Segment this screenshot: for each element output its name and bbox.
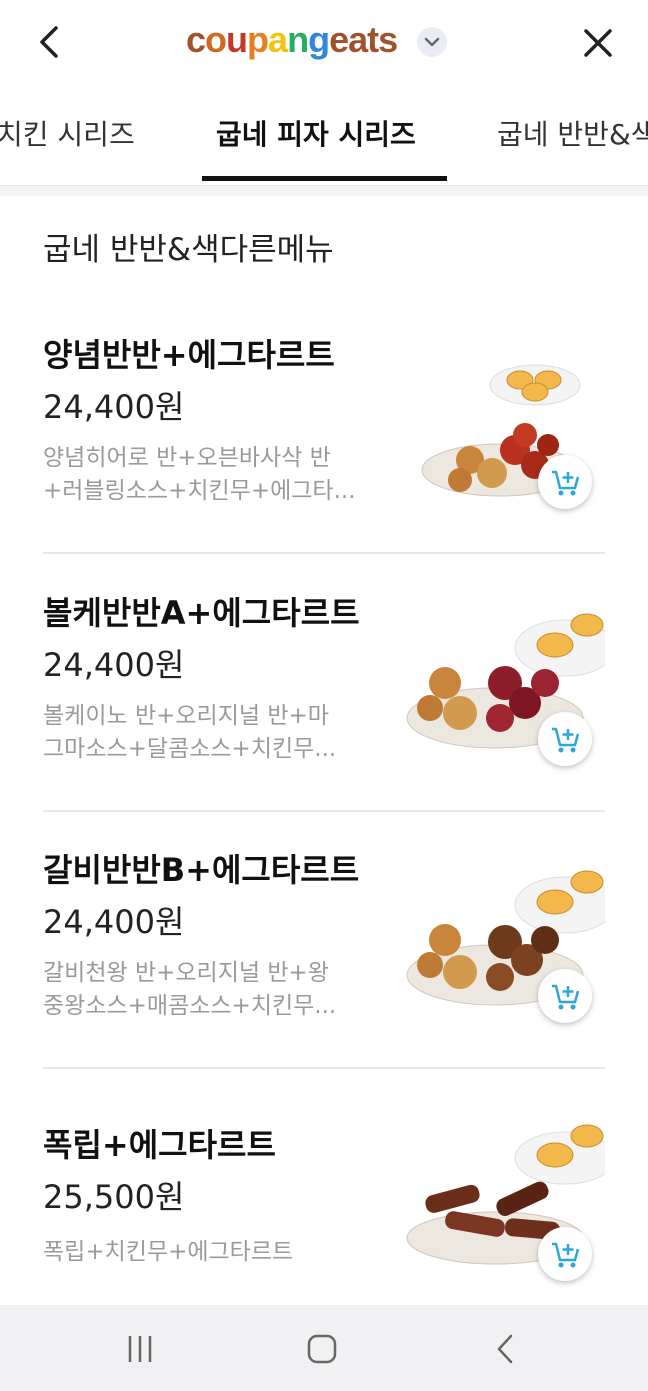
- menu-item-description: 볼케이노 반+오리지널 반+마 그마소스+달콤소스+치킨무...: [43, 700, 393, 766]
- description-line: 볼케이노 반+오리지널 반+마: [43, 703, 329, 729]
- menu-item[interactable]: 갈비반반B+에그타르트 24,400원 갈비천왕 반+오리지널 반+왕 중왕소스…: [0, 845, 648, 1102]
- close-button[interactable]: [577, 22, 619, 64]
- tab-chicken-series[interactable]: 치킨 시리즈: [0, 113, 135, 153]
- active-tab-indicator: [202, 176, 447, 181]
- logo-letter: o: [205, 19, 227, 60]
- tab-pizza-series[interactable]: 굽네 피자 시리즈: [216, 113, 416, 153]
- add-to-cart-button[interactable]: [538, 455, 592, 509]
- description-line: 폭립+치킨무+에그타르트: [43, 1239, 294, 1265]
- chevron-left-icon: [40, 26, 58, 58]
- menu-item[interactable]: 양념반반+에그타르트 24,400원 양념히어로 반+오븐바사삭 반 +러블링소…: [0, 330, 648, 587]
- cart-plus-icon: [552, 470, 580, 496]
- item-separator: [43, 552, 605, 554]
- menu-item[interactable]: 볼케반반A+에그타르트 24,400원 볼케이노 반+오리지널 반+마 그마소스…: [0, 588, 648, 845]
- item-separator: [43, 810, 605, 812]
- menu-item-price: 24,400원: [43, 388, 185, 426]
- item-separator: [43, 1067, 605, 1069]
- menu-item-name: 폭립+에그타르트: [43, 1126, 276, 1164]
- menu-item-price: 24,400원: [43, 903, 185, 941]
- description-line: 그마소스+달콤소스+치킨무...: [43, 736, 337, 762]
- cart-plus-icon: [552, 1242, 580, 1268]
- menu-item-description: 폭립+치킨무+에그타르트: [43, 1236, 393, 1269]
- logo-letter: u: [226, 19, 248, 60]
- logo-eats-text: eats: [329, 19, 398, 60]
- close-icon: [584, 29, 612, 57]
- logo-letter: g: [308, 19, 330, 60]
- add-to-cart-button[interactable]: [538, 712, 592, 766]
- description-line: 갈비천왕 반+오리지널 반+왕: [43, 960, 329, 986]
- logo-dropdown-button[interactable]: [417, 27, 447, 57]
- section-title: 굽네 반반&색다른메뉴: [43, 232, 334, 268]
- menu-item-name: 갈비반반B+에그타르트: [43, 851, 360, 889]
- menu-item-description: 양념히어로 반+오븐바사삭 반 +러블링소스+치킨무+에그타...: [43, 442, 393, 508]
- description-line: 중왕소스+매콤소스+치킨무...: [43, 993, 337, 1019]
- logo-letter: c: [186, 19, 206, 60]
- cart-plus-icon: [552, 727, 580, 753]
- recent-apps-icon[interactable]: [122, 1333, 158, 1365]
- chevron-down-icon: [424, 37, 440, 47]
- logo-letter: a: [268, 19, 288, 60]
- add-to-cart-button[interactable]: [538, 969, 592, 1023]
- description-line: +러블링소스+치킨무+에그타...: [43, 478, 356, 504]
- cart-plus-icon: [552, 984, 580, 1010]
- logo-letter: n: [287, 19, 309, 60]
- logo-letter: p: [247, 19, 269, 60]
- coupang-eats-logo: coupang eats: [186, 18, 398, 62]
- back-icon[interactable]: [490, 1332, 520, 1366]
- tab-banban-series[interactable]: 굽네 반반&색다른메뉴: [497, 113, 648, 153]
- menu-item-description: 갈비천왕 반+오리지널 반+왕 중왕소스+매콤소스+치킨무...: [43, 957, 393, 1023]
- logo-coupang-text: coupang: [186, 19, 330, 61]
- app-header: coupang eats: [0, 0, 648, 85]
- menu-item-price: 25,500원: [43, 1178, 185, 1216]
- back-button[interactable]: [30, 22, 70, 62]
- category-tabs: 치킨 시리즈 굽네 피자 시리즈 굽네 반반&색다른메뉴: [0, 85, 648, 186]
- menu-item-name: 양념반반+에그타르트: [43, 336, 335, 374]
- section-divider: [0, 186, 648, 196]
- home-icon[interactable]: [305, 1332, 339, 1366]
- menu-item-price: 24,400원: [43, 646, 185, 684]
- menu-item-name: 볼케반반A+에그타르트: [43, 594, 360, 632]
- description-line: 양념히어로 반+오븐바사삭 반: [43, 445, 331, 471]
- system-nav-bar: [0, 1305, 648, 1391]
- add-to-cart-button[interactable]: [538, 1227, 592, 1281]
